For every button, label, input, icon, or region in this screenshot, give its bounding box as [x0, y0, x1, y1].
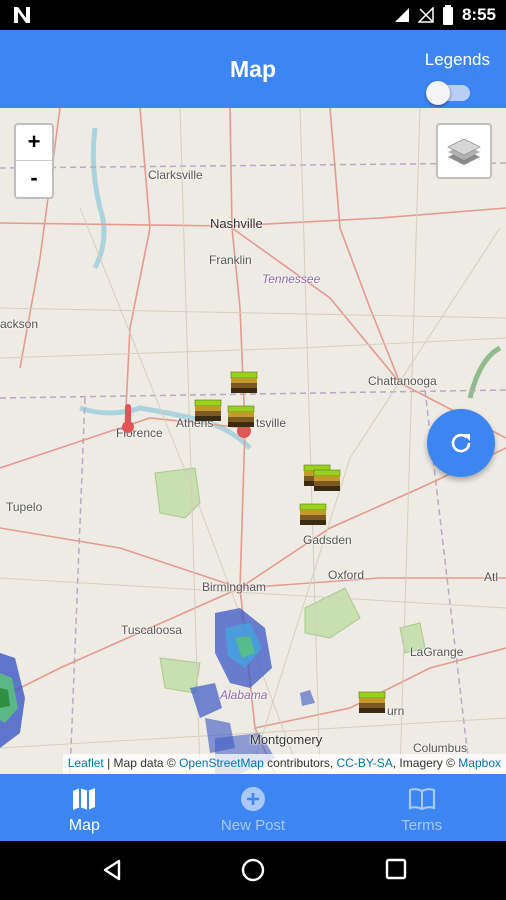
attribution-text-2: contributors,: [263, 756, 337, 770]
soil-layers-marker-icon[interactable]: [229, 368, 259, 396]
nav-item-map[interactable]: Map: [0, 774, 169, 841]
map-view[interactable]: Clarksville Nashville Franklin Tennessee…: [0, 108, 506, 774]
soil-layers-marker-icon[interactable]: [312, 466, 342, 494]
add-circle-icon: [241, 787, 265, 811]
soil-layers-marker-icon[interactable]: [226, 402, 256, 430]
map-icon: [73, 788, 96, 810]
bottom-nav: Map New Post Terms: [0, 774, 506, 841]
home-icon[interactable]: [241, 858, 265, 882]
map-label-gadsden: Gadsden: [303, 533, 352, 547]
back-icon[interactable]: [100, 858, 124, 882]
recents-icon[interactable]: [385, 858, 407, 880]
refresh-button[interactable]: [427, 409, 495, 477]
map-label-jackson: ackson: [0, 317, 39, 331]
book-icon: [408, 788, 435, 811]
attribution-text-1: | Map data ©: [103, 756, 180, 770]
map-label-nashville: Nashville: [210, 216, 263, 231]
toggle-knob[interactable]: [426, 81, 450, 105]
map-label-chattanooga: Chattanooga: [368, 374, 437, 388]
map-label-birmingham: Birmingham: [202, 580, 267, 594]
signal-icon: [394, 8, 409, 22]
map-label-oxford: Oxford: [328, 568, 365, 582]
no-sim-icon: [417, 7, 434, 23]
soil-layers-marker-icon[interactable]: [193, 396, 223, 424]
map-attribution: Leaflet | Map data © OpenStreetMap contr…: [62, 754, 506, 774]
n-notification-icon: [14, 7, 30, 23]
leaflet-link[interactable]: Leaflet: [68, 756, 104, 770]
osm-link[interactable]: OpenStreetMap: [179, 756, 264, 770]
map-label-columbus: Columbus: [413, 741, 468, 755]
map-label-tuscaloosa: Tuscaloosa: [121, 623, 182, 637]
layers-button[interactable]: [436, 123, 492, 179]
layers-icon: [447, 138, 481, 165]
status-time: 8:55: [461, 5, 496, 24]
nav-item-terms[interactable]: Terms: [337, 774, 506, 841]
legends-toggle[interactable]: [426, 81, 470, 105]
map-label-clarksville: Clarksville: [148, 168, 203, 182]
nav-label-terms: Terms: [401, 817, 443, 834]
refresh-icon: [451, 433, 471, 453]
zoom-control: + -: [14, 123, 54, 199]
map-label-tupelo: Tupelo: [6, 500, 43, 514]
nav-item-new-post[interactable]: New Post: [169, 774, 338, 841]
soil-layers-marker-icon[interactable]: [357, 688, 387, 716]
app-bar: Map Legends: [0, 30, 506, 108]
status-bar: 8:55: [0, 0, 506, 30]
zoom-in-button[interactable]: +: [16, 125, 52, 161]
attribution-text-3: , Imagery ©: [392, 756, 459, 770]
zoom-out-button[interactable]: -: [16, 161, 52, 197]
nav-label-map: Map: [68, 817, 100, 834]
map-label-huntsville: tsville: [256, 416, 287, 430]
battery-icon: [442, 5, 453, 25]
soil-layers-marker-icon[interactable]: [298, 500, 328, 528]
map-label-alabama: Alabama: [220, 688, 268, 702]
map-label-tennessee: Tennessee: [262, 272, 321, 286]
thermometer-marker-icon[interactable]: [120, 404, 136, 434]
map-label-auburn: urn: [387, 704, 405, 718]
mapbox-link[interactable]: Mapbox: [458, 756, 501, 770]
nav-label-new-post: New Post: [220, 817, 286, 834]
map-label-atlanta: Atl: [484, 570, 499, 584]
map-label-montgomery: Montgomery: [250, 732, 323, 747]
legends-label: Legends: [424, 50, 490, 69]
license-link[interactable]: CC-BY-SA: [337, 756, 393, 770]
map-label-lagrange: LaGrange: [410, 645, 464, 659]
map-label-franklin: Franklin: [209, 253, 252, 267]
system-nav-bar: [0, 841, 506, 900]
